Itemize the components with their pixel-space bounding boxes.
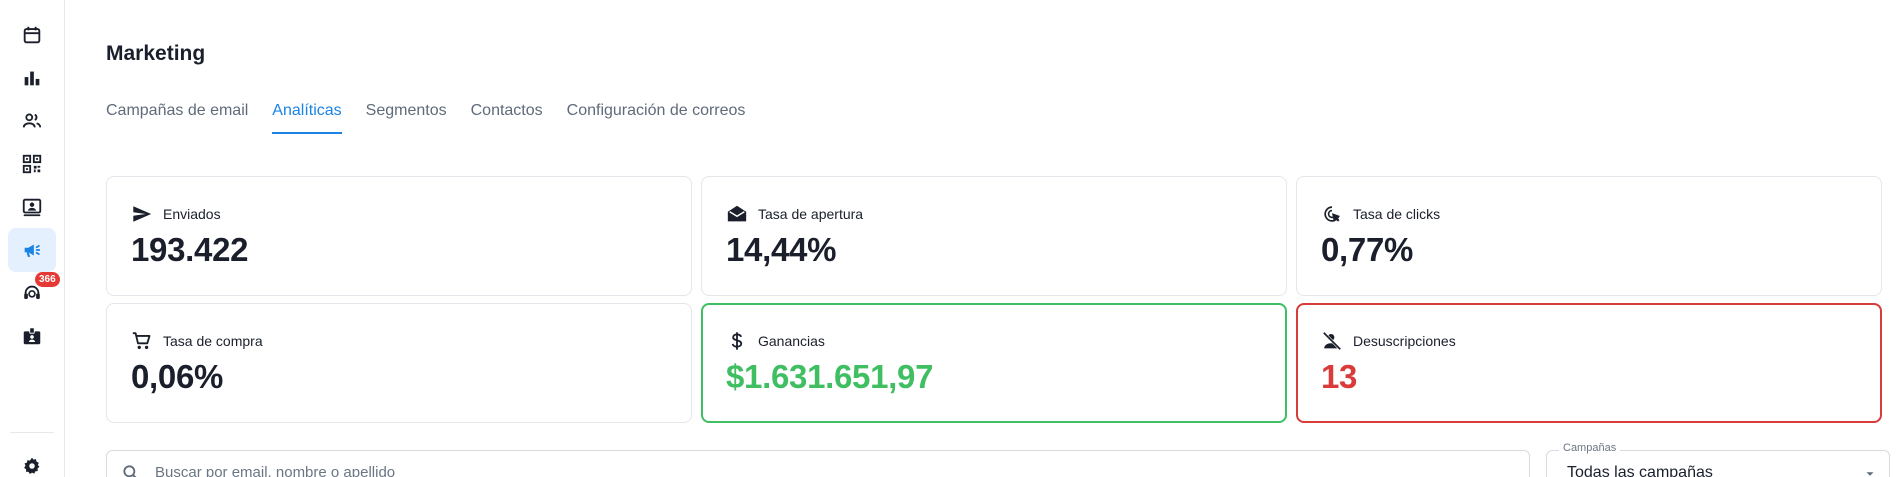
- send-icon: [133, 206, 152, 222]
- stat-value: 13: [1321, 358, 1358, 395]
- stat-label: Tasa de apertura: [758, 206, 864, 222]
- gear-icon: [24, 457, 40, 474]
- campaign-select-value: Todas las campañas: [1567, 464, 1713, 477]
- sidebar-item-qr[interactable]: [8, 142, 56, 186]
- stat-label: Enviados: [163, 206, 221, 222]
- open-mail-icon: [727, 205, 747, 222]
- search-input[interactable]: [155, 459, 1455, 477]
- stat-card-purchase-rate: Tasa de compra 0,06%: [106, 303, 692, 423]
- bar-chart-icon: [24, 71, 40, 86]
- search-icon: [121, 463, 141, 477]
- stat-card-open-rate: Tasa de apertura 14,44%: [701, 176, 1287, 296]
- contact-card-icon: [22, 198, 42, 217]
- stat-value: 193.422: [131, 231, 249, 268]
- calendar-icon: [23, 26, 41, 44]
- tab-analytics[interactable]: Analíticas: [272, 102, 343, 134]
- campaign-select-label: Campañas: [1559, 442, 1621, 454]
- stat-value: 0,77%: [1321, 231, 1414, 268]
- badge-icon: [23, 327, 41, 345]
- stat-label: Tasa de compra: [163, 333, 263, 349]
- stat-card-sent: Enviados 193.422: [106, 176, 692, 296]
- tab-segments[interactable]: Segmentos: [366, 102, 447, 134]
- stat-value: $1.631.651,97: [726, 358, 934, 395]
- sidebar: 366: [0, 0, 65, 477]
- search-box: [106, 450, 1530, 477]
- tab-bar: Campañas de email Analíticas Segmentos C…: [106, 102, 769, 134]
- tab-contacts[interactable]: Contactos: [471, 102, 543, 134]
- sidebar-item-marketing[interactable]: [8, 228, 56, 272]
- sidebar-item-contacts[interactable]: [8, 185, 56, 229]
- sidebar-item-settings[interactable]: [8, 444, 56, 477]
- qr-code-icon: [22, 154, 42, 174]
- campaign-select[interactable]: Campañas Todas las campañas: [1546, 442, 1890, 477]
- cursor-click-icon: [1324, 206, 1341, 223]
- sidebar-item-analytics[interactable]: [8, 56, 56, 100]
- stat-card-click-rate: Tasa de clicks 0,77%: [1296, 176, 1882, 296]
- sidebar-item-support[interactable]: 366: [8, 271, 60, 315]
- caret-down-icon: [1866, 472, 1874, 476]
- dollar-icon: [731, 332, 743, 350]
- tab-mail-settings[interactable]: Configuración de correos: [567, 102, 746, 134]
- notification-badge: 366: [35, 272, 60, 287]
- page-title: Marketing: [106, 42, 206, 65]
- people-icon: [22, 113, 42, 128]
- stat-value: 0,06%: [131, 358, 224, 395]
- stat-label: Tasa de clicks: [1353, 206, 1441, 222]
- stat-card-unsubscribes: Desuscripciones 13: [1296, 303, 1882, 423]
- sidebar-divider: [10, 432, 54, 433]
- cart-icon: [132, 332, 151, 350]
- stat-card-earnings: Ganancias $1.631.651,97: [701, 303, 1287, 423]
- sidebar-item-people[interactable]: [8, 99, 56, 143]
- tab-email-campaigns[interactable]: Campañas de email: [106, 102, 248, 134]
- stat-label: Desuscripciones: [1353, 333, 1456, 349]
- stat-label: Ganancias: [758, 333, 825, 349]
- stat-value: 14,44%: [726, 231, 837, 268]
- sidebar-item-calendar[interactable]: [8, 13, 56, 57]
- person-off-icon: [1322, 331, 1342, 351]
- sidebar-item-badges[interactable]: [8, 314, 56, 358]
- megaphone-icon: [24, 244, 41, 257]
